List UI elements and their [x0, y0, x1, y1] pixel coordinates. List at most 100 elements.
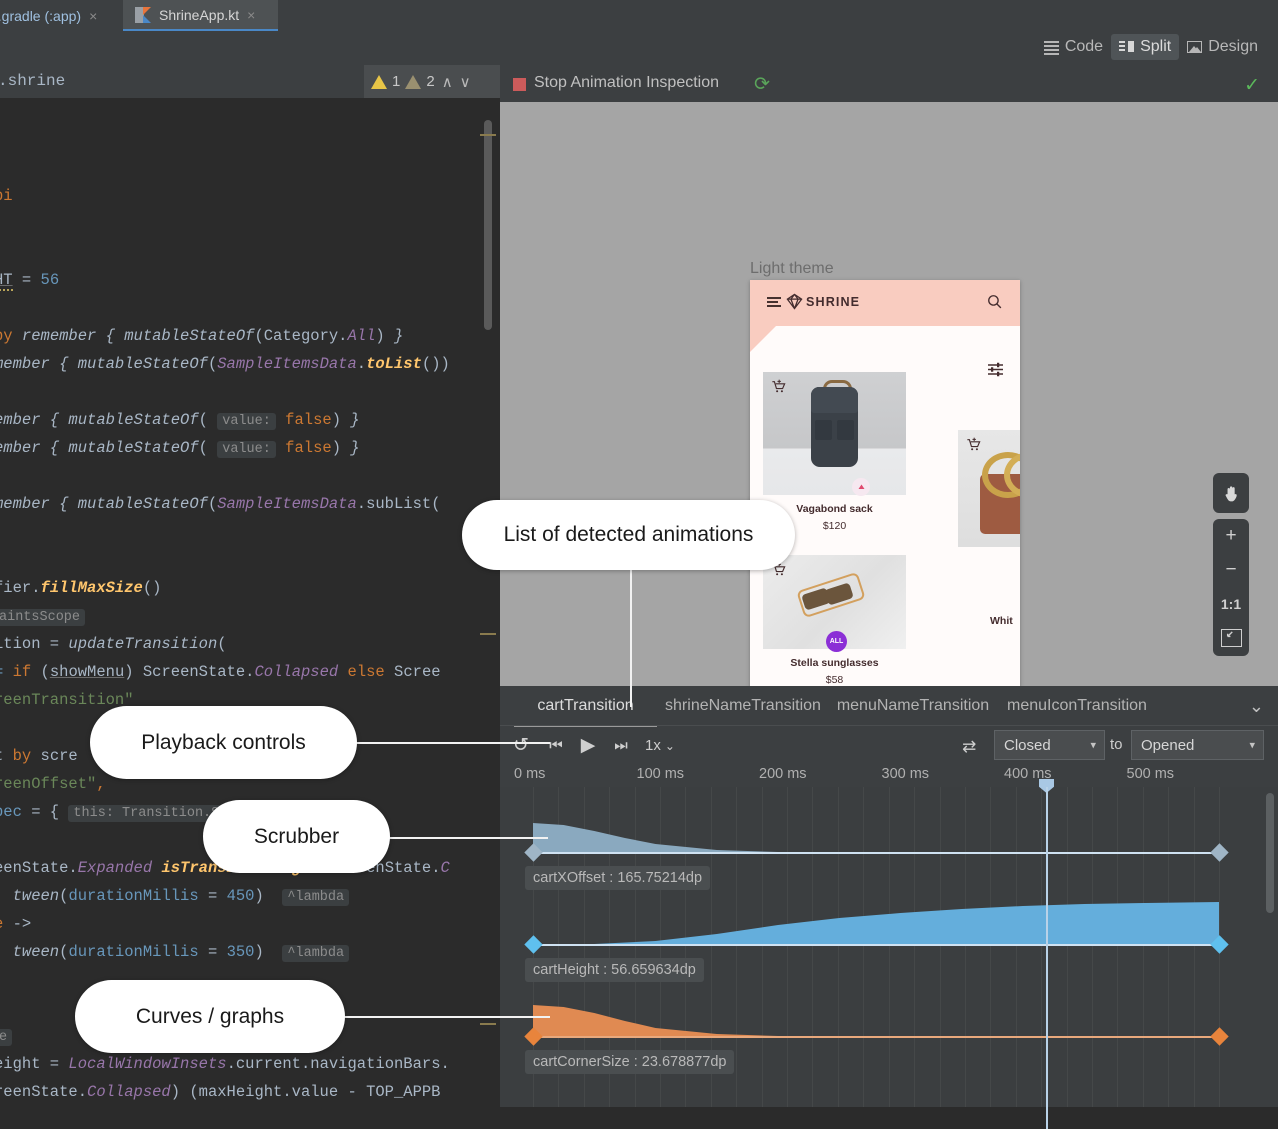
- callout-curves-graphs: Curves / graphs: [75, 980, 345, 1053]
- tab-build-gradle[interactable]: d.gradle (:app) ×: [0, 0, 109, 31]
- product-badge: ALL: [826, 631, 847, 652]
- product-price: $58: [763, 674, 906, 686]
- callout-connector: [388, 837, 548, 839]
- editor-tab-bar: d.gradle (:app) × ShrineApp.kt ×: [0, 0, 1278, 31]
- animation-tab-cartTransition[interactable]: cartTransition: [514, 686, 657, 727]
- filter-icon[interactable]: [987, 362, 1004, 382]
- tab-label-gradle: d.gradle (:app): [0, 8, 81, 24]
- callout-connector: [355, 742, 550, 744]
- curve-area: [500, 1063, 1278, 1107]
- zoom-in-button[interactable]: +: [1213, 519, 1249, 553]
- next-problem-icon[interactable]: ∨: [460, 73, 471, 91]
- code-line: reenState.Collapsed) (maxHeight.value - …: [0, 1078, 500, 1107]
- animation-tab-menuIconTransition[interactable]: menuIconTransition: [997, 686, 1157, 725]
- skip-to-start-button[interactable]: ⏮: [543, 732, 569, 758]
- close-icon[interactable]: ×: [247, 8, 255, 22]
- code-line: tween(durationMillis = 350) ^lambda: [0, 938, 500, 967]
- playback-speed-dropdown[interactable]: 1x ⌄: [645, 737, 675, 754]
- weak-warning-icon: [405, 75, 421, 89]
- mode-design-button[interactable]: Design: [1179, 34, 1266, 60]
- app-top-bar: SHRINE: [750, 280, 1020, 326]
- skip-to-end-button[interactable]: ⏭: [608, 732, 634, 758]
- pan-tool-button[interactable]: [1213, 473, 1249, 513]
- stop-animation-inspection-label[interactable]: Stop Animation Inspection: [534, 74, 719, 92]
- chevron-down-icon: ▾: [1249, 739, 1255, 752]
- zoom-actual-size-button[interactable]: 1:1: [1213, 587, 1249, 621]
- mode-code-label: Code: [1065, 38, 1103, 56]
- animation-curve-row[interactable]: cartXOffset : 165.75214dp: [500, 787, 1278, 879]
- to-label: to: [1110, 736, 1123, 753]
- zoom-out-button[interactable]: −: [1213, 553, 1249, 587]
- refresh-icon[interactable]: ⟳: [754, 73, 770, 96]
- tab-shrineapp-kt[interactable]: ShrineApp.kt ×: [123, 0, 278, 31]
- ruler-tick-label: 100 ms: [637, 766, 685, 782]
- curve-baseline: [533, 1036, 1219, 1038]
- compose-preview-surface[interactable]: Light theme SHRINE: [500, 102, 1278, 686]
- build-ok-icon: ✓: [1244, 74, 1260, 97]
- zoom-fit-button[interactable]: [1213, 621, 1249, 655]
- playback-control-bar: ↺ ⏮ ▶ ⏭ 1x ⌄ ⇄ Closed ▾ to Opened ▾: [500, 725, 1278, 764]
- stop-icon[interactable]: [513, 78, 526, 91]
- product-badge: [852, 478, 870, 496]
- animation-curve-row[interactable]: [500, 1063, 1278, 1107]
- mode-split-button[interactable]: Split: [1111, 34, 1179, 60]
- editor-scrollbar[interactable]: [484, 120, 492, 330]
- kotlin-file-icon: [135, 7, 151, 23]
- animation-tab-shrineNameTransition[interactable]: shrineNameTransition: [657, 686, 829, 725]
- tab-label-shrineapp: ShrineApp.kt: [159, 7, 239, 23]
- app-bar-notch: [750, 326, 776, 352]
- from-state-select[interactable]: Closed ▾: [994, 730, 1105, 760]
- callout-text: Scrubber: [254, 825, 339, 849]
- animation-timeline[interactable]: cartXOffset : 165.75214dpcartHeight : 56…: [500, 787, 1278, 1107]
- code-line: e ->: [0, 910, 500, 939]
- code-line: ember { mutableStateOf( value: false) }: [0, 434, 500, 463]
- animation-tab-menuNameTransition[interactable]: menuNameTransition: [829, 686, 997, 725]
- code-line: = if (showMenu) ScreenState.Collapsed el…: [0, 658, 500, 687]
- prev-problem-icon[interactable]: ∧: [442, 73, 453, 91]
- code-line: tween(durationMillis = 450) ^lambda: [0, 882, 500, 911]
- animation-curve-row[interactable]: cartHeight : 56.659634dp: [500, 879, 1278, 971]
- chevron-down-icon[interactable]: ⌄: [1249, 696, 1264, 717]
- warning-count: 1: [392, 73, 400, 90]
- split-view-icon: [1119, 41, 1134, 53]
- animation-curve-row[interactable]: cartCornerSize : 23.678877dp: [500, 971, 1278, 1063]
- breadcrumb-bar: .shrine 1 2 ∧ ∨: [0, 65, 500, 98]
- inspection-widget[interactable]: 1 2 ∧ ∨: [364, 65, 500, 98]
- hamburger-menu-icon[interactable]: [767, 297, 781, 307]
- product-name: Stella sunglasses: [763, 657, 906, 669]
- play-button[interactable]: ▶: [575, 732, 601, 758]
- mode-code-button[interactable]: Code: [1036, 34, 1111, 60]
- breadcrumb[interactable]: .shrine: [0, 72, 65, 90]
- callout-connector: [343, 1016, 550, 1018]
- weak-warning-count: 2: [426, 73, 434, 90]
- code-line: member { mutableStateOf(SampleItemsData.…: [0, 350, 500, 379]
- add-to-cart-icon[interactable]: [966, 437, 981, 457]
- scrubber-line[interactable]: [1046, 787, 1048, 1129]
- timeline-ruler[interactable]: 0 ms100 ms200 ms300 ms400 ms500 ms: [500, 763, 1278, 787]
- editor-marker: [480, 1023, 496, 1025]
- preview-theme-label: Light theme: [750, 260, 834, 278]
- callout-text: Curves / graphs: [136, 1005, 284, 1029]
- code-line: fier.fillMaxSize(): [0, 574, 500, 603]
- callout-text: Playback controls: [141, 731, 306, 755]
- loop-button[interactable]: ↺: [508, 732, 534, 758]
- design-image-icon: [1187, 41, 1202, 53]
- warning-icon: [371, 75, 387, 89]
- mode-design-label: Design: [1208, 38, 1258, 56]
- animation-preview-panel: cartTransitionshrineNameTransitionmenuNa…: [500, 686, 1278, 1107]
- zoom-controls-group: + − 1:1: [1213, 519, 1249, 656]
- curve-baseline: [533, 944, 1219, 946]
- close-icon[interactable]: ×: [89, 9, 97, 23]
- from-state-value: Closed: [1004, 737, 1051, 754]
- to-state-select[interactable]: Opened ▾: [1131, 730, 1264, 760]
- ruler-tick-label: 0 ms: [514, 766, 545, 782]
- add-to-cart-icon[interactable]: [771, 379, 786, 399]
- search-icon[interactable]: [986, 293, 1003, 315]
- code-line: ember { mutableStateOf( value: false) }: [0, 406, 500, 435]
- code-editor[interactable]: piHT = 56by remember { mutableStateOf(Ca…: [0, 98, 500, 1107]
- shrine-diamond-logo-icon: [785, 292, 804, 316]
- fit-screen-icon: [1221, 629, 1242, 647]
- product-name: Whit: [990, 615, 1020, 627]
- swap-states-icon[interactable]: ⇄: [962, 737, 976, 757]
- code-line: ition = updateTransition(: [0, 630, 500, 659]
